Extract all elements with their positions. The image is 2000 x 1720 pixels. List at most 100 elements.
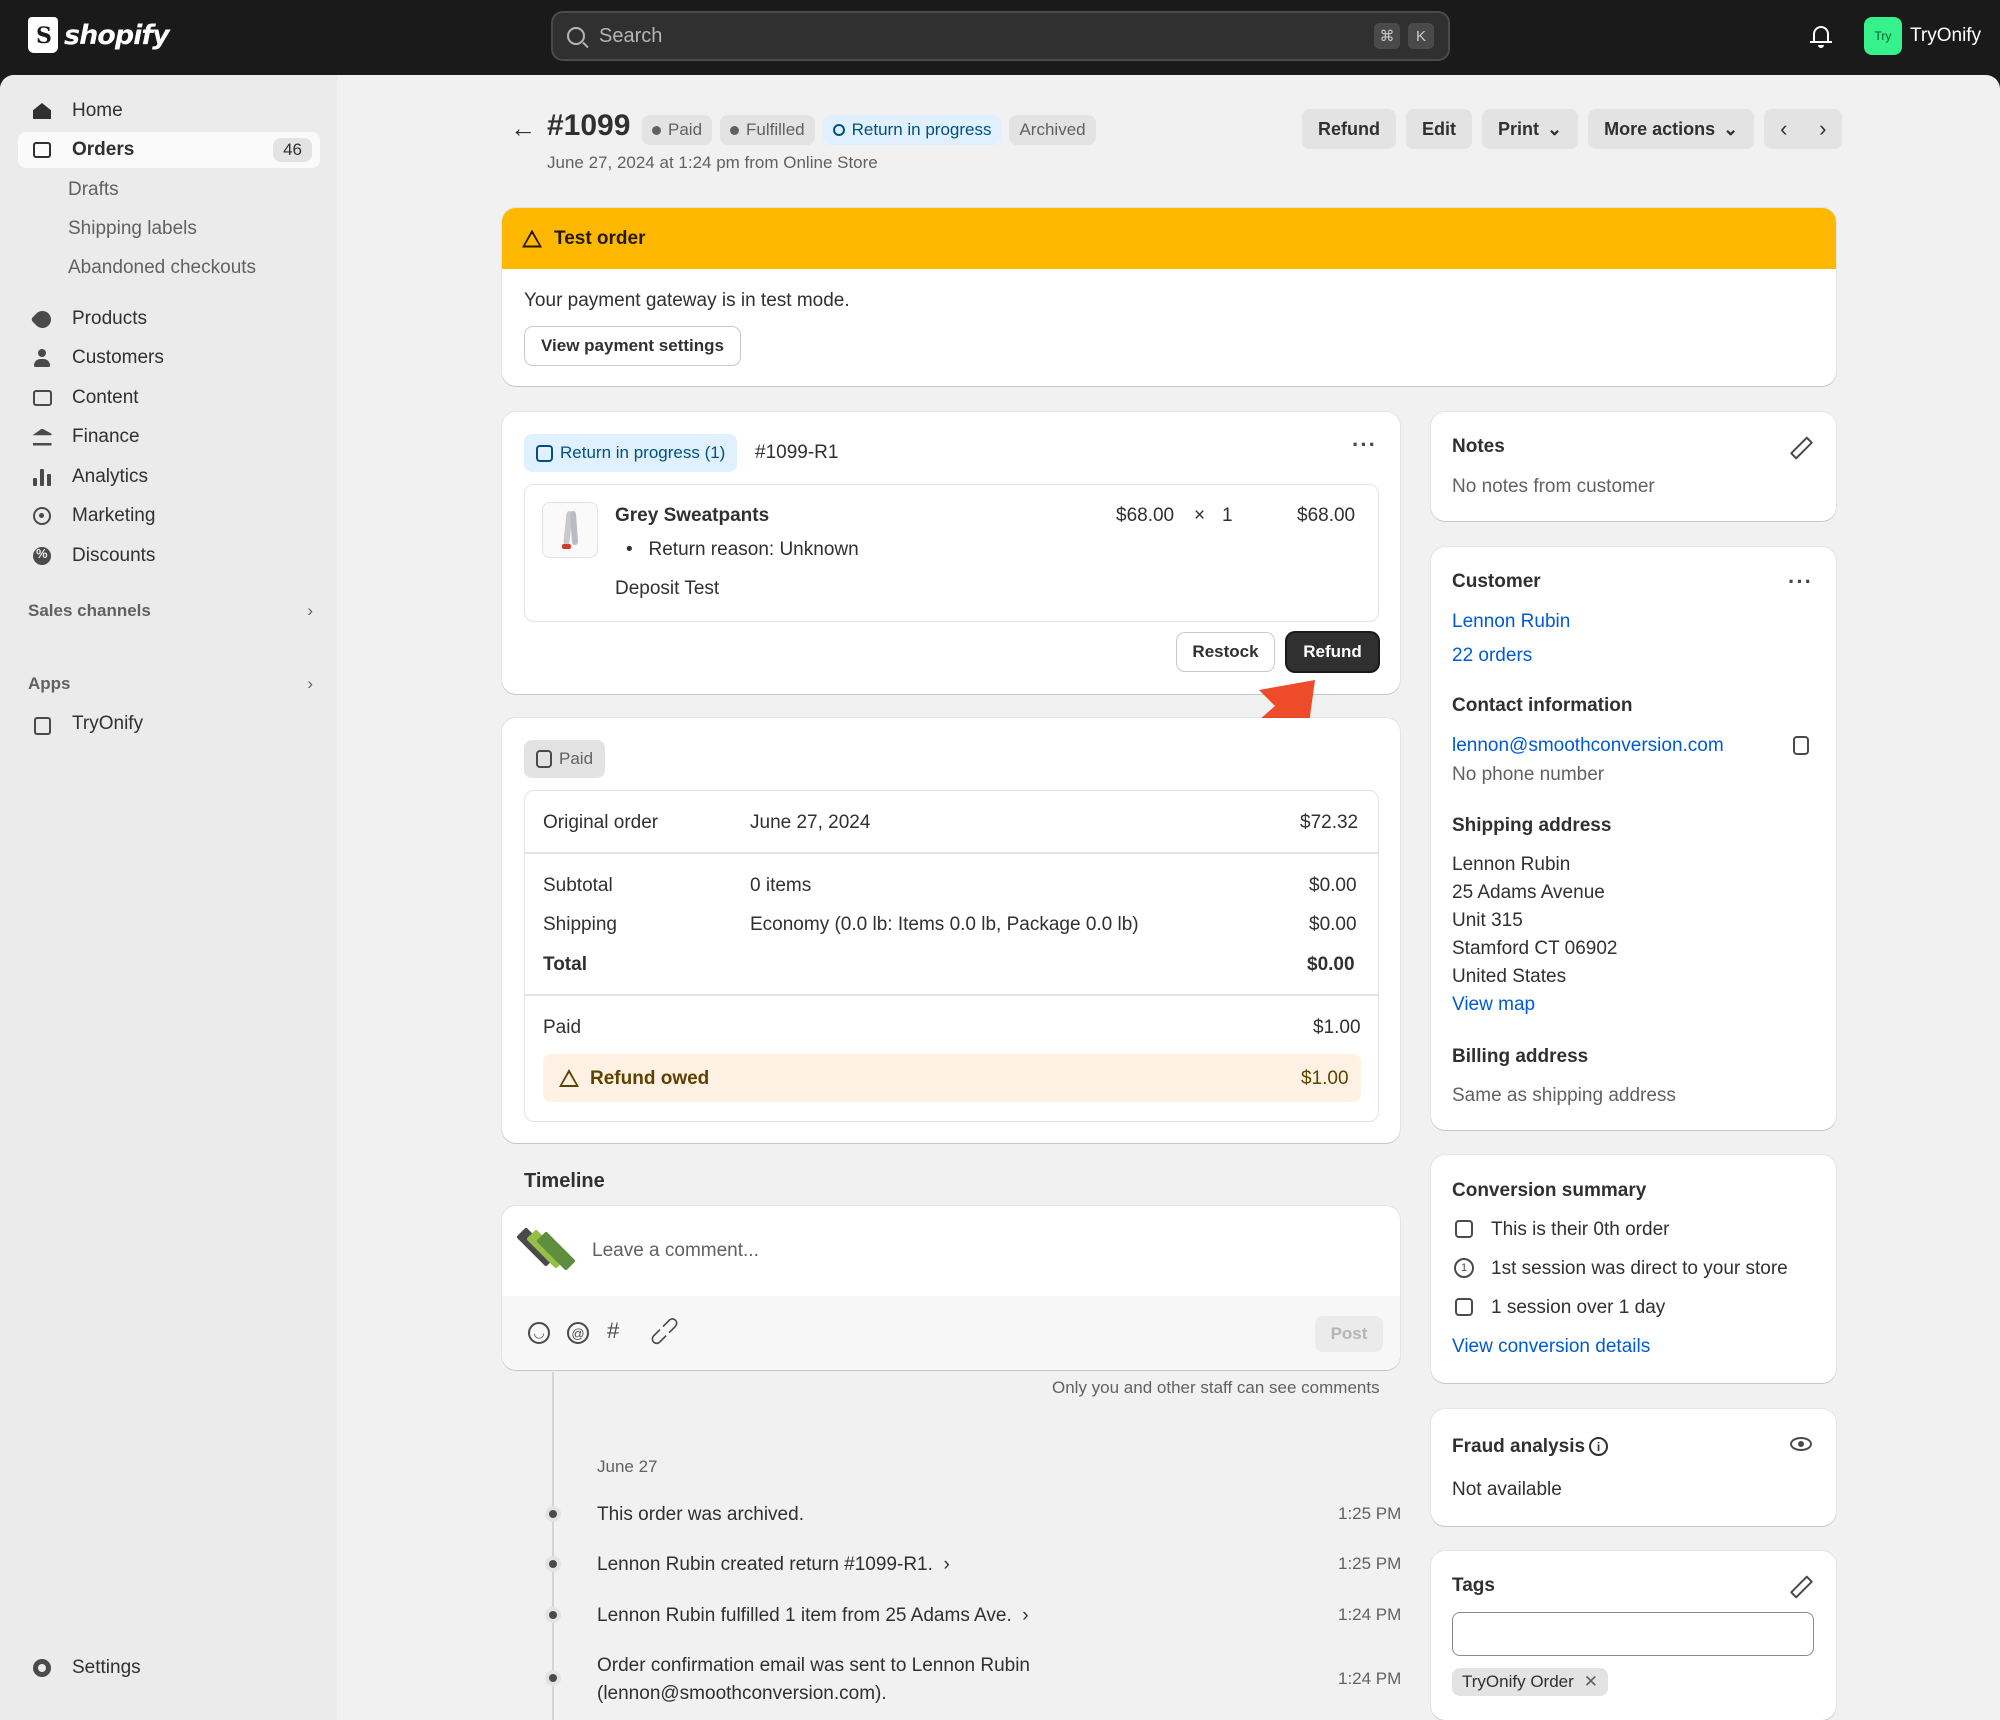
- bell-icon[interactable]: [1810, 24, 1832, 48]
- edit-button[interactable]: Edit: [1406, 109, 1472, 149]
- timeline-event[interactable]: Lennon Rubin created return #1099-R1. ›: [597, 1554, 950, 1576]
- shipping-label: Shipping: [543, 914, 617, 935]
- sessions-icon: [1455, 1298, 1473, 1316]
- chevron-left-icon[interactable]: ‹: [1780, 116, 1787, 142]
- sidebar-item-drafts[interactable]: Drafts: [68, 179, 119, 201]
- tags-input[interactable]: [1452, 1612, 1814, 1656]
- mention-icon[interactable]: @: [567, 1322, 589, 1344]
- timeline-event[interactable]: Lennon Rubin fulfilled 1 item from 25 Ad…: [597, 1605, 1029, 1627]
- fulfilled-badge: Fulfilled: [720, 115, 815, 145]
- sidebar-item-content[interactable]: Content: [18, 380, 320, 416]
- sidebar-item-customers[interactable]: Customers: [18, 340, 320, 376]
- address-line: 25 Adams Avenue: [1452, 882, 1605, 903]
- timeline-dot: [545, 1607, 561, 1623]
- session-icon: 1: [1454, 1258, 1474, 1278]
- store-name: TryOnify: [1910, 25, 1982, 46]
- sidebar-item-settings[interactable]: Settings: [18, 1650, 320, 1686]
- timeline-event: This order was archived.: [597, 1504, 804, 1525]
- return-badge: Return in progress: [822, 115, 1002, 145]
- sidebar-item-label: Marketing: [72, 505, 156, 526]
- comment-input[interactable]: Leave a comment...: [592, 1240, 759, 1262]
- shortcut-cmd-key: ⌘: [1374, 23, 1400, 49]
- address-line: United States: [1452, 966, 1567, 987]
- sidebar-item-orders[interactable]: Orders 46: [18, 132, 320, 168]
- paid-badge: Paid: [642, 115, 713, 145]
- close-icon[interactable]: ✕: [1584, 1672, 1598, 1692]
- address-line: Lennon Rubin: [1452, 854, 1571, 875]
- timeline-time: 1:25 PM: [1338, 1504, 1402, 1523]
- conversion-line: 1 session over 1 day: [1491, 1297, 1666, 1318]
- bank-icon: [32, 427, 52, 447]
- chevron-right-icon: ›: [1022, 1605, 1029, 1626]
- back-arrow-icon[interactable]: ←: [510, 113, 536, 144]
- customer-name-link[interactable]: Lennon Rubin: [1452, 611, 1570, 633]
- refund-button[interactable]: Refund: [1287, 633, 1378, 671]
- view-map-link[interactable]: View map: [1452, 994, 1535, 1016]
- more-options-icon[interactable]: ···: [1352, 432, 1377, 458]
- conversion-line: This is their 0th order: [1491, 1219, 1670, 1240]
- customer-email-link[interactable]: lennon@smoothconversion.com: [1452, 735, 1724, 757]
- subtotal-amount: $0.00: [1309, 875, 1357, 896]
- view-conversion-details-link[interactable]: View conversion details: [1452, 1336, 1650, 1358]
- tag-chip: TryOnify Order ✕: [1452, 1668, 1609, 1696]
- sidebar-item-marketing[interactable]: Marketing: [18, 498, 320, 534]
- product-name[interactable]: Grey Sweatpants: [615, 505, 769, 527]
- billing-address-title: Billing address: [1452, 1046, 1589, 1067]
- sidebar-item-label: Discounts: [72, 545, 156, 566]
- contact-title: Contact information: [1452, 695, 1633, 716]
- paid-status-badge: Paid: [524, 740, 606, 778]
- hashtag-icon[interactable]: #: [607, 1318, 619, 1344]
- divider: [525, 852, 1378, 854]
- info-icon[interactable]: i: [1589, 1437, 1609, 1457]
- paid-amount: $1.00: [1313, 1017, 1361, 1038]
- sidebar-item-finance[interactable]: Finance: [18, 419, 320, 455]
- address-line: Stamford CT 06902: [1452, 938, 1618, 959]
- header-actions: Refund Edit Print ⌄ More actions ⌄ ‹ ›: [1302, 109, 1843, 149]
- timeline-dot: [545, 1556, 561, 1572]
- sidebar-item-discounts[interactable]: Discounts: [18, 538, 320, 574]
- shipping-desc: Economy (0.0 lb: Items 0.0 lb, Package 0…: [750, 914, 1139, 935]
- edit-notes-icon[interactable]: [1790, 438, 1808, 456]
- product-thumbnail[interactable]: [542, 502, 598, 558]
- sidebar-item-products[interactable]: Products: [18, 301, 320, 337]
- total-label: Total: [543, 954, 587, 975]
- staff-note: Only you and other staff can see comment…: [1052, 1378, 1380, 1397]
- chevron-right-icon[interactable]: ›: [1819, 116, 1826, 142]
- print-button[interactable]: Print ⌄: [1482, 109, 1579, 149]
- section-label: Sales channels: [28, 601, 151, 620]
- search-input[interactable]: Search ⌘ K: [551, 11, 1450, 61]
- sidebar-item-tryonify[interactable]: TryOnify: [18, 706, 320, 742]
- shopify-logo[interactable]: shopify: [28, 17, 170, 53]
- apps-header[interactable]: Apps ›: [28, 674, 313, 694]
- page-title: #1099: [547, 109, 631, 142]
- more-actions-button[interactable]: More actions ⌄: [1588, 109, 1755, 149]
- sidebar-item-label: Analytics: [72, 466, 149, 487]
- restock-button[interactable]: Restock: [1177, 633, 1274, 671]
- deposit-label: Deposit Test: [615, 578, 720, 599]
- sidebar-item-abandoned-checkouts[interactable]: Abandoned checkouts: [68, 257, 256, 279]
- orders-icon: [32, 140, 52, 160]
- timeline-line: [552, 1372, 554, 1720]
- unit-price: $68.00: [1116, 505, 1175, 526]
- eye-icon[interactable]: [1790, 1437, 1812, 1451]
- refund-header-button[interactable]: Refund: [1302, 109, 1396, 149]
- section-label: Apps: [28, 674, 71, 693]
- more-options-icon[interactable]: ···: [1788, 569, 1813, 595]
- store-menu[interactable]: Try TryOnify: [1864, 17, 1981, 55]
- copy-icon[interactable]: [1793, 736, 1809, 755]
- content-icon: [32, 388, 52, 408]
- sidebar-item-analytics[interactable]: Analytics: [18, 459, 320, 495]
- return-reason: Return reason: Unknown: [648, 539, 859, 560]
- customer-orders-link[interactable]: 22 orders: [1452, 645, 1532, 667]
- total-amount: $0.00: [1307, 954, 1355, 975]
- sidebar-item-home[interactable]: Home: [18, 93, 320, 129]
- view-payment-settings-button[interactable]: View payment settings: [525, 327, 740, 365]
- sidebar-item-label: Orders: [72, 139, 135, 160]
- post-button[interactable]: Post: [1315, 1316, 1383, 1352]
- emoji-icon[interactable]: ◡: [528, 1322, 550, 1344]
- sidebar-item-shipping-labels[interactable]: Shipping labels: [68, 218, 197, 240]
- sales-channels-header[interactable]: Sales channels ›: [28, 601, 313, 621]
- edit-tags-icon[interactable]: [1790, 1577, 1808, 1595]
- top-bar: shopify Search ⌘ K Try TryOnify: [0, 0, 2000, 75]
- return-status-badge: Return in progress (1): [524, 434, 738, 472]
